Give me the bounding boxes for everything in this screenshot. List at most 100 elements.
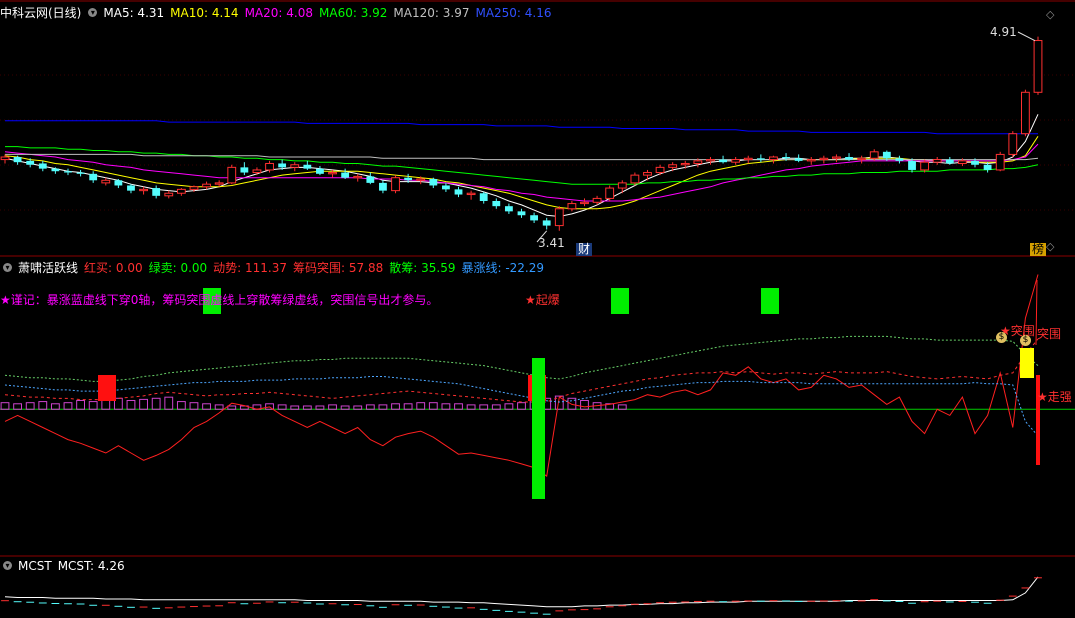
- activity-bar: [277, 404, 287, 410]
- ma60-label: MA60: 3.92: [319, 6, 388, 20]
- candle-body-down: [76, 172, 85, 174]
- candle-body-up: [416, 178, 426, 181]
- activity-bar: [189, 402, 199, 410]
- activity-bar: [0, 402, 10, 410]
- candle-body-up: [227, 166, 237, 184]
- panel1-settings-icon[interactable]: ▾: [88, 8, 98, 17]
- candle-body-up: [189, 186, 199, 190]
- high-pointer: [1017, 31, 1036, 42]
- candle-body-up: [630, 174, 640, 184]
- candle-body-up: [328, 172, 337, 175]
- low-price-label: 3.41: [538, 236, 565, 250]
- candle-body-up: [1008, 133, 1018, 155]
- candle-body-down: [89, 173, 98, 181]
- activity-bar: [302, 405, 312, 410]
- candle-body-down: [530, 215, 539, 221]
- candle-body-up: [995, 153, 1005, 171]
- candle-body-up: [680, 162, 690, 166]
- candle-body-up: [743, 157, 753, 161]
- activity-bar: [416, 402, 426, 410]
- candle-body-up: [769, 156, 778, 161]
- activity-bar: [50, 403, 60, 410]
- candle-body-down: [64, 171, 72, 173]
- ma20-label: MA20: 4.08: [244, 6, 313, 20]
- candle-body-up: [554, 208, 564, 227]
- panel3-header: ▾ MCST MCST: 4.26: [0, 559, 131, 573]
- candle-body-down: [303, 164, 312, 169]
- candle-body-up: [353, 175, 363, 179]
- candle-body-down: [152, 188, 161, 196]
- candle-body-down: [429, 179, 438, 186]
- activity-bar: [176, 401, 186, 410]
- candle-body-up: [164, 192, 174, 197]
- candle-body-down: [127, 185, 135, 191]
- activity-bar: [454, 403, 463, 410]
- candle-body-down: [517, 211, 526, 216]
- candle-body-up: [592, 197, 602, 203]
- candle-body-up: [920, 161, 930, 171]
- activity-bar: [504, 403, 514, 410]
- lvmai-label: 绿卖: 0.00: [148, 261, 208, 275]
- activity-bar: [441, 403, 451, 410]
- activity-bar: [479, 404, 489, 410]
- candle-body-down: [895, 158, 904, 161]
- activity-bar: [214, 404, 224, 410]
- activity-bar: [151, 397, 161, 410]
- candle-body-down: [114, 180, 123, 186]
- reminder-note: ★谨记：暴涨蓝虚线下穿0轴，筹码突围虚线上穿散筹绿虚线，突围信号出才参与。: [0, 293, 439, 307]
- candle-body-down: [479, 193, 488, 201]
- candle-body-down: [26, 160, 35, 165]
- candle-body-down: [51, 168, 60, 172]
- candle-body-up: [819, 157, 829, 161]
- candle-body-up: [391, 177, 400, 192]
- finance-tag[interactable]: 财: [576, 243, 593, 256]
- candle-body-up: [605, 187, 615, 199]
- panel2-title: 萧啸活跃线: [18, 261, 79, 275]
- candle-body-down: [13, 157, 22, 163]
- mcst-value-label: MCST: 4.26: [57, 559, 125, 573]
- candle-body-down: [971, 160, 979, 165]
- ma-line-ma5: [4, 114, 1039, 218]
- activity-bar: [126, 399, 136, 410]
- activity-bar: [25, 402, 35, 410]
- scroll-up-icon[interactable]: ◇: [1046, 8, 1054, 21]
- dongshi-label: 动势: 111.37: [213, 261, 288, 275]
- panel3-settings-icon[interactable]: ▾: [3, 561, 12, 570]
- candle-body-down: [404, 177, 413, 181]
- ma250-label: MA250: 4.16: [475, 6, 552, 20]
- candle-body-up: [567, 203, 577, 210]
- activity-bar: [164, 396, 174, 410]
- activity-bar: [88, 401, 98, 410]
- tuwei-signal-2: 突围: [1037, 327, 1062, 341]
- ma-line-ma250: [5, 120, 1038, 135]
- candle-body-up: [1020, 91, 1030, 135]
- candle-body-up: [693, 160, 703, 164]
- zouqiang-signal: ★走强: [1037, 390, 1072, 404]
- candle-body-up: [832, 156, 841, 159]
- panel1-title: 中科云网(日线): [0, 6, 82, 20]
- candle-body-down: [366, 176, 375, 183]
- mcst-line: [4, 576, 1039, 608]
- activity-bar: [617, 404, 627, 410]
- candle-body-down: [542, 220, 551, 226]
- panel2-settings-icon[interactable]: ▾: [3, 263, 12, 272]
- candle-body-up: [214, 182, 224, 185]
- candle-body-up: [617, 182, 627, 189]
- coin-icon-1: $: [996, 332, 1007, 343]
- candle-body-up: [806, 159, 816, 162]
- candle-body-down: [504, 206, 513, 212]
- candle-body-down: [882, 151, 891, 159]
- scroll-down-icon[interactable]: ◇: [1046, 240, 1054, 253]
- candle-body-up: [580, 201, 589, 205]
- activity-bar: [76, 399, 85, 410]
- indicator-line-1: [4, 338, 1039, 403]
- candle-body-down: [38, 163, 47, 169]
- ma10-label: MA10: 4.14: [170, 6, 239, 20]
- green-block-3: [761, 288, 779, 314]
- candle-body-down: [756, 158, 765, 160]
- coin-icon-2: $: [1020, 335, 1031, 346]
- rank-tag[interactable]: 榜: [1030, 243, 1047, 256]
- activity-bar: [315, 405, 325, 410]
- activity-bar: [139, 398, 148, 410]
- activity-bar: [353, 405, 363, 410]
